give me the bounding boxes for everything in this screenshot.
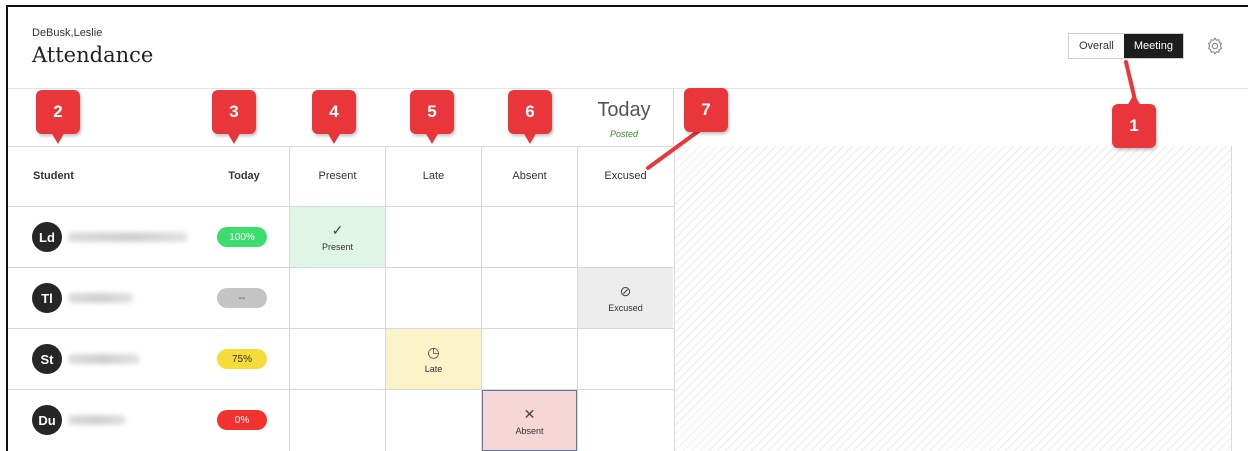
callout-7: 7: [684, 88, 728, 132]
callout-3: 3: [212, 90, 256, 144]
callout-pointers: [646, 60, 1137, 170]
callout-6: 6: [508, 90, 552, 144]
callout-5: 5: [410, 90, 454, 144]
callout-4: 4: [312, 90, 356, 144]
callout-2: 2: [36, 90, 80, 144]
callout-1: 1: [1112, 94, 1156, 148]
